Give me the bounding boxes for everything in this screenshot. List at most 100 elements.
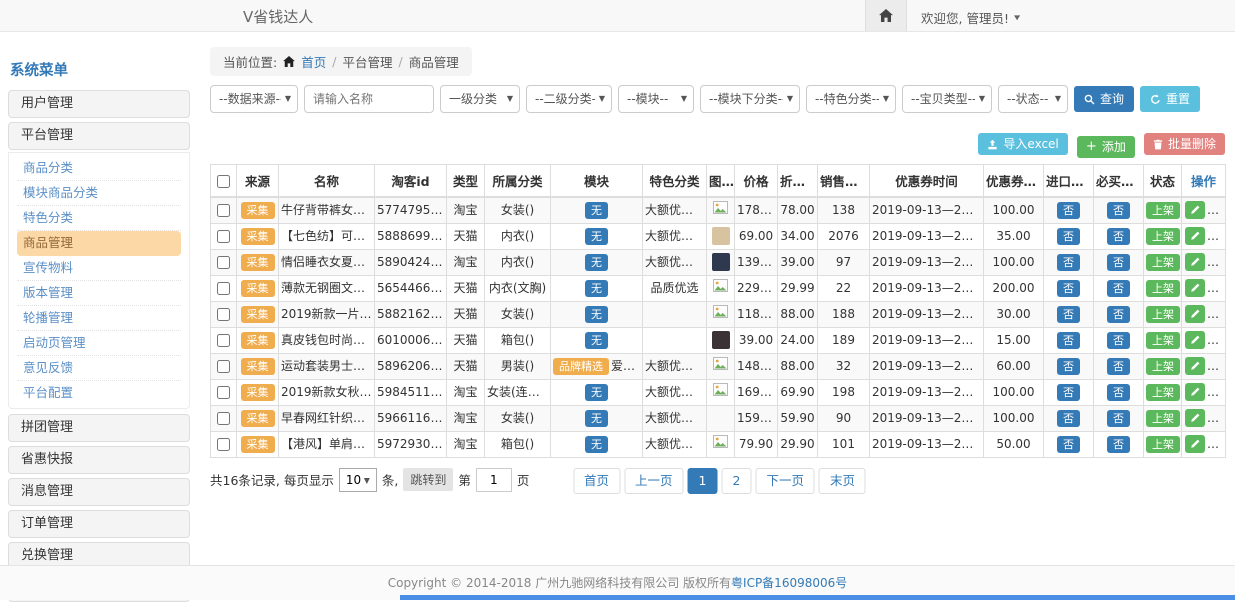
import-select-badge[interactable]: 否 bbox=[1057, 228, 1080, 245]
filter-select-6[interactable]: --特色分类-- bbox=[806, 85, 896, 113]
row-checkbox[interactable] bbox=[217, 386, 230, 399]
row-checkbox[interactable] bbox=[217, 360, 230, 373]
page-button-2[interactable]: 1 bbox=[688, 468, 718, 494]
import-select-badge[interactable]: 否 bbox=[1057, 280, 1080, 297]
must-buy-badge[interactable]: 否 bbox=[1107, 280, 1130, 297]
must-buy-badge[interactable]: 否 bbox=[1107, 332, 1130, 349]
edit-button[interactable] bbox=[1185, 201, 1205, 219]
module-badge: 无 bbox=[585, 384, 608, 401]
row-checkbox[interactable] bbox=[217, 438, 230, 451]
edit-button[interactable] bbox=[1185, 253, 1205, 271]
horizontal-scrollbar-thumb[interactable] bbox=[400, 595, 1235, 600]
import-excel-button[interactable]: 导入excel bbox=[978, 133, 1067, 155]
must-buy-badge[interactable]: 否 bbox=[1107, 410, 1130, 427]
row-checkbox[interactable] bbox=[217, 412, 230, 425]
must-buy-badge[interactable]: 否 bbox=[1107, 228, 1130, 245]
sidebar-section-5[interactable]: 订单管理 bbox=[8, 510, 190, 538]
icon-cell bbox=[707, 197, 735, 224]
status-badge[interactable]: 上架 bbox=[1146, 280, 1180, 297]
must-buy-badge[interactable]: 否 bbox=[1107, 202, 1130, 219]
status-badge[interactable]: 上架 bbox=[1146, 332, 1180, 349]
breadcrumb-home-link[interactable]: 首页 bbox=[301, 52, 326, 71]
page-button-4[interactable]: 下一页 bbox=[755, 468, 815, 494]
sidebar-item-1-8[interactable]: 意见反馈 bbox=[17, 356, 181, 381]
sidebar-section-4[interactable]: 消息管理 bbox=[8, 478, 190, 506]
import-select-badge[interactable]: 否 bbox=[1057, 384, 1080, 401]
page-button-0[interactable]: 首页 bbox=[573, 468, 620, 494]
must-buy-badge[interactable]: 否 bbox=[1107, 436, 1130, 453]
row-checkbox[interactable] bbox=[217, 204, 230, 217]
import-select-badge[interactable]: 否 bbox=[1057, 410, 1080, 427]
import-select-badge[interactable]: 否 bbox=[1057, 306, 1080, 323]
jump-button[interactable]: 跳转到 bbox=[403, 468, 453, 491]
page-button-1[interactable]: 上一页 bbox=[624, 468, 684, 494]
sidebar-section-1[interactable]: 平台管理 bbox=[8, 122, 190, 150]
search-button[interactable]: 查询 bbox=[1074, 86, 1134, 112]
row-checkbox[interactable] bbox=[217, 230, 230, 243]
status-badge[interactable]: 上架 bbox=[1146, 254, 1180, 271]
filter-select-2[interactable]: 一级分类 bbox=[440, 85, 520, 113]
batch-delete-button[interactable]: 批量删除 bbox=[1144, 133, 1225, 155]
import-select-badge[interactable]: 否 bbox=[1057, 358, 1080, 375]
must-buy-badge[interactable]: 否 bbox=[1107, 358, 1130, 375]
edit-button[interactable] bbox=[1185, 357, 1205, 375]
sidebar-section-2[interactable]: 拼团管理 bbox=[8, 414, 190, 442]
edit-button[interactable] bbox=[1185, 383, 1205, 401]
status-badge[interactable]: 上架 bbox=[1146, 436, 1180, 453]
sidebar-item-1-7[interactable]: 启动页管理 bbox=[17, 331, 181, 356]
source-badge: 采集 bbox=[241, 410, 275, 427]
page-button-5[interactable]: 末页 bbox=[819, 468, 866, 494]
filter-select-7[interactable]: --宝贝类型-- bbox=[902, 85, 992, 113]
user-menu[interactable]: 欢迎您, 管理员! ▼ bbox=[921, 8, 1020, 27]
must-buy-badge[interactable]: 否 bbox=[1107, 306, 1130, 323]
sidebar-item-1-9[interactable]: 平台配置 bbox=[17, 381, 181, 405]
edit-button[interactable] bbox=[1185, 305, 1205, 323]
import-select-badge[interactable]: 否 bbox=[1057, 436, 1080, 453]
filter-select-5[interactable]: --模块下分类-- bbox=[700, 85, 800, 113]
status-badge[interactable]: 上架 bbox=[1146, 228, 1180, 245]
edit-button[interactable] bbox=[1185, 435, 1205, 453]
status-badge[interactable]: 上架 bbox=[1146, 410, 1180, 427]
filter-select-4[interactable]: --模块-- bbox=[618, 85, 694, 113]
edit-button[interactable] bbox=[1185, 409, 1205, 427]
sidebar-item-1-5[interactable]: 版本管理 bbox=[17, 281, 181, 306]
icp-link[interactable]: 粤ICP备16098006号 bbox=[731, 576, 847, 590]
row-checkbox[interactable] bbox=[217, 282, 230, 295]
home-button[interactable] bbox=[865, 0, 907, 31]
row-checkbox[interactable] bbox=[217, 334, 230, 347]
sidebar-section-0[interactable]: 用户管理 bbox=[8, 90, 190, 118]
sidebar-item-1-1[interactable]: 模块商品分类 bbox=[17, 181, 181, 206]
import-select-badge[interactable]: 否 bbox=[1057, 332, 1080, 349]
page-button-3[interactable]: 2 bbox=[722, 468, 752, 494]
sidebar-item-1-2[interactable]: 特色分类 bbox=[17, 206, 181, 231]
per-page-select[interactable]: 10 bbox=[339, 468, 377, 492]
add-button[interactable]: + 添加 bbox=[1077, 136, 1135, 158]
edit-icon bbox=[1190, 335, 1200, 345]
edit-button[interactable] bbox=[1185, 227, 1205, 245]
import-select-badge[interactable]: 否 bbox=[1057, 202, 1080, 219]
must-buy-badge[interactable]: 否 bbox=[1107, 384, 1130, 401]
edit-button[interactable] bbox=[1185, 279, 1205, 297]
name-filter-input[interactable] bbox=[304, 85, 434, 113]
status-badge[interactable]: 上架 bbox=[1146, 202, 1180, 219]
row-checkbox[interactable] bbox=[217, 308, 230, 321]
sidebar-item-1-4[interactable]: 宣传物料 bbox=[17, 256, 181, 281]
jump-page-input[interactable] bbox=[476, 468, 512, 492]
filter-select-8[interactable]: --状态-- bbox=[998, 85, 1068, 113]
sidebar-section-3[interactable]: 省惠快报 bbox=[8, 446, 190, 474]
must-buy-badge[interactable]: 否 bbox=[1107, 254, 1130, 271]
status-badge[interactable]: 上架 bbox=[1146, 306, 1180, 323]
import-select-badge[interactable]: 否 bbox=[1057, 254, 1080, 271]
taoke-id-cell: 589042420344 bbox=[375, 249, 447, 275]
sidebar-item-1-0[interactable]: 商品分类 bbox=[17, 156, 181, 181]
row-checkbox[interactable] bbox=[217, 256, 230, 269]
filter-select-3[interactable]: --二级分类-- bbox=[526, 85, 612, 113]
status-badge[interactable]: 上架 bbox=[1146, 358, 1180, 375]
reset-button[interactable]: 重置 bbox=[1140, 86, 1200, 112]
sidebar-item-1-3[interactable]: 商品管理 bbox=[17, 231, 181, 256]
select-all-checkbox[interactable] bbox=[217, 175, 230, 188]
sidebar-item-1-6[interactable]: 轮播管理 bbox=[17, 306, 181, 331]
edit-button[interactable] bbox=[1185, 331, 1205, 349]
filter-select-0[interactable]: --数据来源-- bbox=[210, 85, 298, 113]
status-badge[interactable]: 上架 bbox=[1146, 384, 1180, 401]
